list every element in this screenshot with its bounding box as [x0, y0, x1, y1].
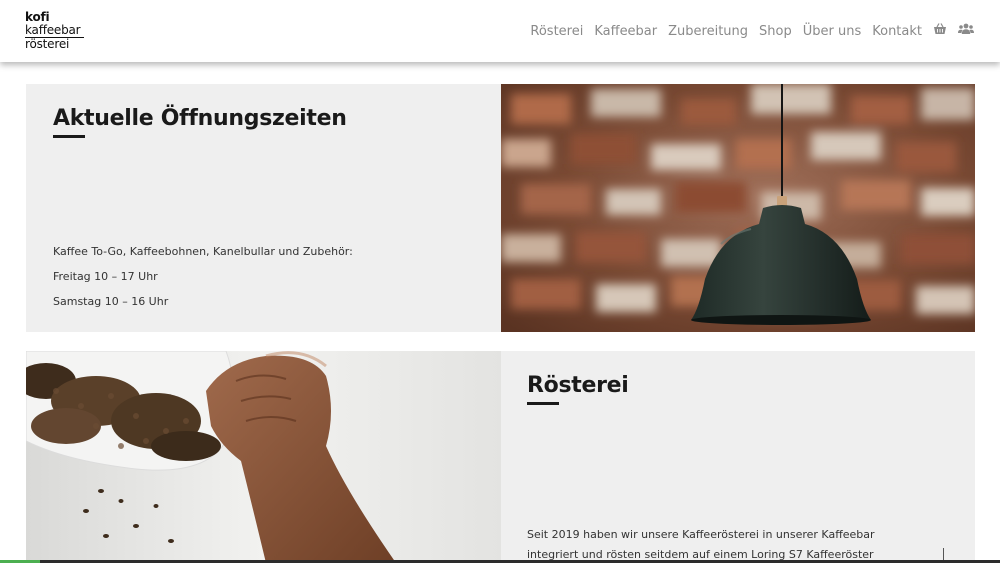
main-nav: Rösterei Kaffeebar Zubereitung Shop Über… [519, 22, 974, 40]
opening-hours-panel: Aktuelle Öffnungszeiten Kaffee To-Go, Ka… [26, 84, 501, 332]
nav-link-shop[interactable]: Shop [759, 24, 792, 39]
opening-hours-saturday: Samstag 10 – 16 Uhr [53, 295, 169, 308]
basket-icon[interactable] [933, 22, 947, 40]
opening-hours-friday: Freitag 10 – 17 Uhr [53, 270, 158, 283]
roasting-beans-image [26, 351, 501, 563]
nav-link-zubereitung[interactable]: Zubereitung [668, 24, 748, 39]
nav-link-ueber-uns[interactable]: Über uns [803, 24, 862, 39]
users-icon[interactable] [958, 22, 974, 40]
nav-link-kontakt[interactable]: Kontakt [872, 24, 922, 39]
heading-underline [53, 135, 85, 138]
opening-hours-heading: Aktuelle Öffnungszeiten [53, 106, 347, 131]
site-header: kofi kaffeebar rösterei Rösterei Kaffeeb… [0, 0, 1000, 62]
site-logo[interactable]: kofi kaffeebar rösterei [25, 11, 95, 51]
nav-link-roesterei[interactable]: Rösterei [530, 24, 583, 39]
heading-underline [527, 402, 559, 405]
opening-hours-products: Kaffee To-Go, Kaffeebohnen, Kanelbullar … [53, 245, 353, 258]
nav-link-kaffeebar[interactable]: Kaffeebar [594, 24, 657, 39]
roesterei-panel: Rösterei Seit 2019 haben wir unsere Kaff… [501, 351, 975, 563]
pendant-lamp-image [501, 84, 975, 332]
roesterei-paragraph: Seit 2019 haben wir unsere Kaffeeröstere… [527, 528, 875, 561]
logo-line-kaffeebar: kaffeebar [25, 24, 84, 38]
roesterei-heading: Rösterei [527, 373, 629, 398]
logo-line-roesterei: rösterei [25, 37, 70, 51]
